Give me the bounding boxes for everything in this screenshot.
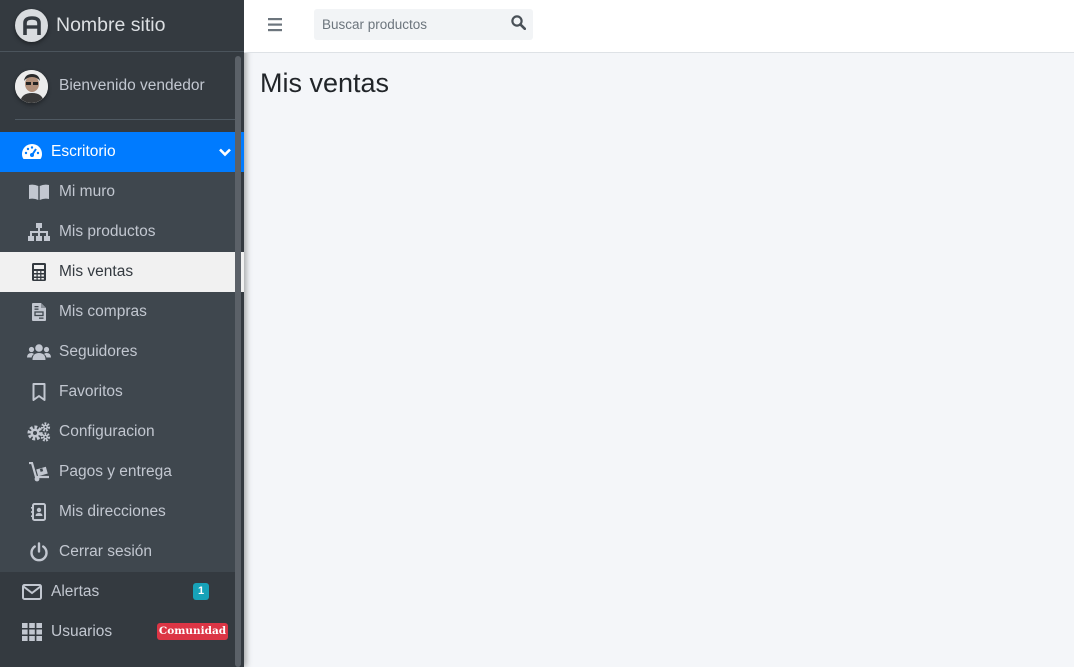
- power-icon: [27, 542, 51, 562]
- sidebar-item-label: Mis compras: [59, 303, 147, 320]
- sidebar-item-pagos-y-entrega[interactable]: Pagos y entrega: [0, 452, 235, 492]
- brand-link[interactable]: Nombre sitio: [0, 0, 244, 52]
- sidebar-item-label: Mi muro: [59, 183, 115, 200]
- sidebar-item-label: Alertas: [51, 583, 100, 600]
- sidebar-item-label: Favoritos: [59, 383, 123, 400]
- scrollbar-thumb[interactable]: [235, 56, 241, 667]
- sidebar-item-label: Pagos y entrega: [59, 463, 172, 480]
- community-badge: Comunidad: [157, 623, 228, 640]
- sidebar-item-favoritos[interactable]: Favoritos: [0, 372, 235, 412]
- sidebar-item-mis-compras[interactable]: Mis compras: [0, 292, 235, 332]
- sidebar-item-label: Mis productos: [59, 223, 156, 240]
- brand-logo-icon: [15, 9, 48, 42]
- search-icon: [511, 14, 527, 35]
- search-button[interactable]: [504, 9, 533, 40]
- sidebar-item-label: Usuarios: [51, 623, 113, 640]
- sidebar-item-seguidores[interactable]: Seguidores: [0, 332, 235, 372]
- sidebar-item-label: Cerrar sesión: [59, 543, 153, 560]
- user-panel[interactable]: Bienvenido vendedor: [0, 52, 235, 120]
- chevron-down-icon: [218, 145, 232, 159]
- sidebar-item-mis-productos[interactable]: Mis productos: [0, 212, 235, 252]
- calculator-icon: [27, 262, 51, 282]
- divider: [15, 119, 236, 120]
- book-icon: [27, 182, 51, 202]
- sitemap-icon: [27, 222, 51, 242]
- sidebar-item-configuracion[interactable]: Configuracion: [0, 412, 235, 452]
- alert-count-badge: 1: [193, 583, 209, 600]
- sidebar-item-label: Mis ventas: [59, 263, 134, 280]
- grid-icon: [20, 622, 44, 642]
- sidebar-item-label: Seguidores: [59, 343, 138, 360]
- envelope-icon: [20, 582, 44, 602]
- brand-name: Nombre sitio: [56, 14, 166, 36]
- sidebar-item-cerrar-sesion[interactable]: Cerrar sesión: [0, 532, 235, 572]
- avatar: [15, 69, 48, 103]
- menu-toggle-icon[interactable]: [266, 15, 286, 35]
- sidebar-item-alertas[interactable]: Alertas 1: [0, 572, 235, 612]
- submenu-escritorio: Mi muro Mis productos Mis ventas Mis com…: [0, 172, 244, 572]
- dolly-icon: [27, 462, 51, 482]
- user-welcome: Bienvenido vendedor: [59, 77, 205, 94]
- search-box: [314, 9, 533, 40]
- sidebar-item-mi-muro[interactable]: Mi muro: [0, 172, 235, 212]
- address-book-icon: [27, 502, 51, 522]
- file-invoice-icon: [27, 302, 51, 322]
- sidebar-item-mis-direcciones[interactable]: Mis direcciones: [0, 492, 235, 532]
- sidebar-item-mis-ventas[interactable]: Mis ventas: [0, 252, 244, 292]
- top-navbar: [244, 0, 1074, 53]
- search-input[interactable]: [314, 9, 500, 40]
- sidebar-nav: Escritorio Mi muro Mis productos Mis ven…: [0, 132, 244, 652]
- page-title: Mis ventas: [260, 68, 390, 98]
- sidebar-item-label: Mis direcciones: [59, 503, 166, 520]
- sidebar: Nombre sitio Bienvenido vendedor Escrito…: [0, 0, 244, 667]
- cogs-icon: [27, 422, 51, 442]
- sidebar-item-escritorio[interactable]: Escritorio: [0, 132, 244, 172]
- bookmark-icon: [27, 382, 51, 402]
- tachometer-icon: [20, 142, 44, 162]
- sidebar-item-label: Escritorio: [51, 143, 116, 160]
- sidebar-item-usuarios[interactable]: Usuarios Comunidad: [0, 612, 235, 652]
- users-icon: [27, 342, 51, 362]
- sidebar-scrollbar[interactable]: [235, 52, 242, 667]
- sidebar-item-label: Configuracion: [59, 423, 155, 440]
